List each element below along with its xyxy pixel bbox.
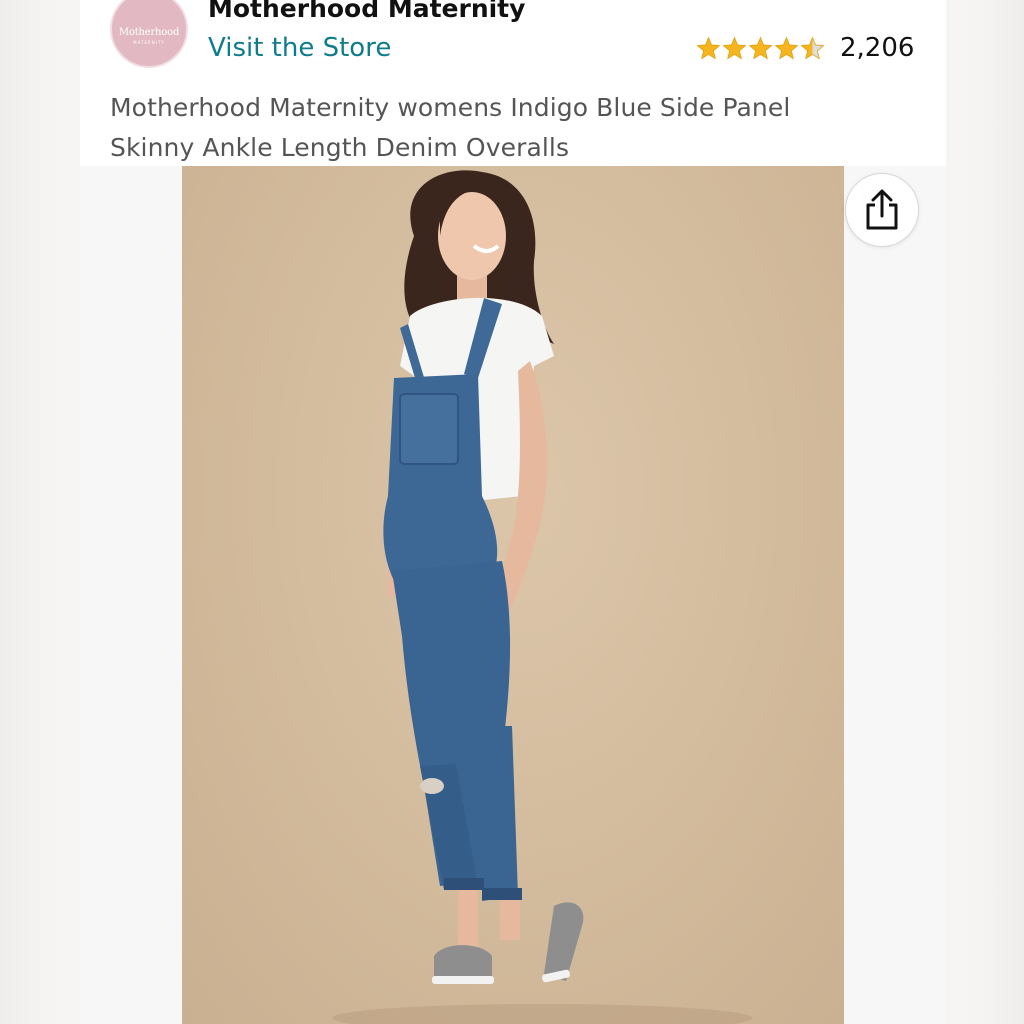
brand-name[interactable]: Motherhood Maternity <box>208 0 525 23</box>
star-icon <box>800 35 825 59</box>
product-title: Motherhood Maternity womens Indigo Blue … <box>110 93 791 162</box>
star-icon <box>696 35 721 59</box>
product-image[interactable] <box>182 166 844 1024</box>
model-in-overalls-illustration <box>332 170 752 1024</box>
review-count[interactable]: 2,206 <box>840 33 914 63</box>
share-icon <box>866 189 898 230</box>
brand-logo-text: Motherhood <box>118 27 180 38</box>
visit-store-link[interactable]: Visit the Store <box>208 33 391 63</box>
star-icon <box>774 35 799 59</box>
star-icon <box>722 35 747 59</box>
star-icon <box>748 35 773 59</box>
share-button[interactable] <box>845 173 919 247</box>
star-rating[interactable] <box>696 35 826 61</box>
rating-summary[interactable]: 2,206 <box>696 28 914 68</box>
brand-logo-subtext: MATERNITY <box>133 40 165 45</box>
